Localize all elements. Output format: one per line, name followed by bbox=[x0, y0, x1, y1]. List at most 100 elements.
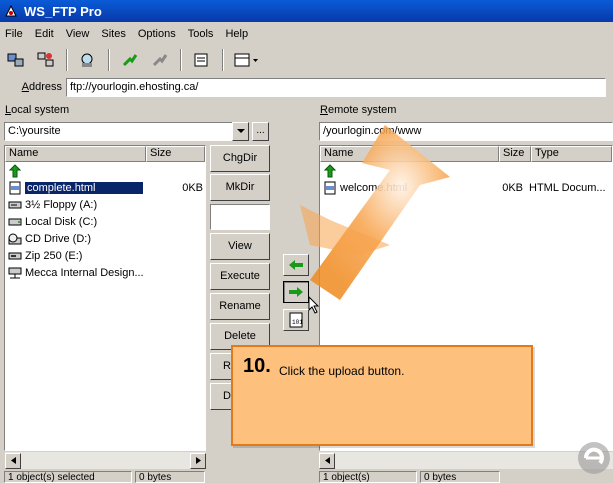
up-folder-icon bbox=[322, 163, 338, 178]
arrow-right-icon bbox=[289, 287, 303, 297]
local-file-list[interactable]: Name Size complete.html 0KB 3½ Floppy (A… bbox=[4, 145, 206, 451]
execute-button[interactable]: Execute bbox=[210, 263, 270, 290]
list-item[interactable]: 3½ Floppy (A:) bbox=[5, 196, 205, 213]
connect-icon bbox=[7, 53, 24, 67]
scroll-left-button[interactable] bbox=[319, 452, 335, 469]
properties-button[interactable] bbox=[190, 49, 214, 71]
list-item-size: 0KB bbox=[502, 181, 523, 194]
find-button[interactable] bbox=[76, 49, 100, 71]
remote-col-type[interactable]: Type bbox=[531, 146, 612, 162]
arrow-left-icon bbox=[10, 457, 16, 464]
list-item[interactable]: CD Drive (D:) bbox=[5, 230, 205, 247]
chevron-down-icon bbox=[236, 129, 245, 133]
app-icon bbox=[5, 4, 17, 17]
binary-mode-button[interactable]: 101 bbox=[283, 309, 309, 331]
zip-drive-icon bbox=[7, 249, 23, 263]
remote-status-count: 1 object(s) bbox=[319, 471, 417, 483]
html-file-icon bbox=[322, 181, 338, 195]
menu-options[interactable]: Options bbox=[133, 28, 183, 40]
remote-list-header: Name Size Type bbox=[320, 146, 612, 162]
local-system-label: Local system bbox=[5, 104, 70, 116]
svg-text:101: 101 bbox=[292, 319, 303, 326]
list-item[interactable]: Local Disk (C:) bbox=[5, 213, 205, 230]
html-file-icon bbox=[7, 181, 23, 195]
local-status-bytes: 0 bytes bbox=[135, 471, 205, 483]
view-options-icon bbox=[234, 53, 258, 67]
local-col-name[interactable]: Name bbox=[5, 146, 146, 162]
menu-file[interactable]: File bbox=[0, 28, 30, 40]
toolbar-separator bbox=[222, 49, 224, 71]
remote-path-input[interactable]: /yourlogin.com/www bbox=[319, 122, 613, 141]
menu-tools[interactable]: Tools bbox=[183, 28, 221, 40]
list-item-name: complete.html bbox=[25, 181, 143, 194]
properties-icon bbox=[194, 53, 208, 67]
download-button[interactable] bbox=[283, 254, 309, 276]
brand-logo-icon bbox=[578, 442, 610, 474]
arrow-left-icon bbox=[289, 260, 303, 270]
local-list-header: Name Size bbox=[5, 146, 205, 162]
menu-bar: File Edit View Sites Options Tools Help bbox=[0, 24, 613, 44]
window-title: WS_FTP Pro bbox=[24, 3, 102, 19]
scroll-right-button[interactable] bbox=[190, 452, 206, 469]
hard-drive-icon bbox=[7, 215, 23, 229]
list-item-name: CD Drive (D:) bbox=[25, 232, 91, 245]
local-status-count: 1 object(s) selected bbox=[4, 471, 132, 483]
local-path-dropdown[interactable] bbox=[232, 122, 249, 141]
list-item-name: 3½ Floppy (A:) bbox=[25, 198, 98, 211]
menu-help[interactable]: Help bbox=[220, 28, 255, 40]
list-item[interactable] bbox=[320, 162, 612, 179]
address-label: Address bbox=[21, 81, 62, 93]
list-item-name: Mecca Internal Design... bbox=[25, 266, 144, 279]
remote-col-name[interactable]: Name bbox=[320, 146, 499, 162]
list-item[interactable] bbox=[5, 162, 205, 179]
list-item[interactable]: welcome.html 0KB HTML Docum... bbox=[320, 179, 612, 196]
chgdir-button[interactable]: ChgDir bbox=[210, 145, 270, 172]
disconnect-icon bbox=[152, 54, 168, 67]
local-col-size[interactable]: Size bbox=[146, 146, 205, 162]
cd-drive-icon bbox=[7, 232, 23, 246]
upload-button[interactable] bbox=[283, 281, 309, 303]
list-item-name: Zip 250 (E:) bbox=[25, 249, 83, 262]
scroll-left-button[interactable] bbox=[5, 452, 21, 469]
arrow-right-icon bbox=[195, 457, 201, 464]
local-browse-button[interactable]: ... bbox=[252, 122, 269, 141]
connect-button[interactable] bbox=[4, 49, 28, 71]
network-drive-icon bbox=[7, 266, 23, 280]
list-item-size: 0KB bbox=[182, 181, 203, 194]
find-icon bbox=[81, 53, 93, 67]
list-item-name: Local Disk (C:) bbox=[25, 215, 98, 228]
local-horizontal-scrollbar[interactable] bbox=[5, 452, 206, 469]
menu-sites[interactable]: Sites bbox=[96, 28, 132, 40]
list-item[interactable]: complete.html 0KB bbox=[5, 179, 205, 196]
menu-view[interactable]: View bbox=[61, 28, 97, 40]
pin-icon bbox=[122, 54, 138, 67]
toolbar-separator bbox=[180, 49, 182, 71]
title-bar: WS_FTP Pro bbox=[0, 0, 613, 22]
mask-input[interactable] bbox=[210, 204, 270, 230]
view-button[interactable]: View bbox=[210, 233, 270, 260]
remote-system-label: Remote system bbox=[320, 104, 397, 116]
list-item[interactable]: Zip 250 (E:) bbox=[5, 247, 205, 264]
arrow-left-icon bbox=[324, 457, 330, 464]
local-path-input[interactable]: C:\yoursite bbox=[4, 122, 233, 141]
remote-status-bytes: 0 bytes bbox=[420, 471, 500, 483]
mkdir-button[interactable]: MkDir bbox=[210, 174, 270, 201]
site-manager-button[interactable] bbox=[34, 49, 58, 71]
remote-horizontal-scrollbar[interactable] bbox=[319, 452, 613, 469]
remote-col-size[interactable]: Size bbox=[499, 146, 531, 162]
list-item[interactable]: Mecca Internal Design... bbox=[5, 264, 205, 281]
menu-edit[interactable]: Edit bbox=[30, 28, 61, 40]
address-bar: Address ftp://yourlogin.ehosting.ca/ bbox=[0, 76, 613, 98]
address-input[interactable]: ftp://yourlogin.ehosting.ca/ bbox=[66, 77, 606, 97]
up-folder-icon bbox=[7, 163, 23, 178]
list-item-type: HTML Docum... bbox=[529, 181, 606, 194]
toolbar-separator bbox=[108, 49, 110, 71]
pin-button[interactable] bbox=[118, 49, 142, 71]
rename-button[interactable]: Rename bbox=[210, 293, 270, 320]
disconnect-button[interactable] bbox=[148, 49, 172, 71]
view-options-button[interactable] bbox=[232, 49, 262, 71]
toolbar-separator bbox=[66, 49, 68, 71]
step-instruction: Click the upload button. bbox=[279, 364, 405, 378]
instruction-callout: 10. Click the upload button. bbox=[231, 345, 533, 446]
list-item-name: welcome.html bbox=[340, 181, 408, 194]
